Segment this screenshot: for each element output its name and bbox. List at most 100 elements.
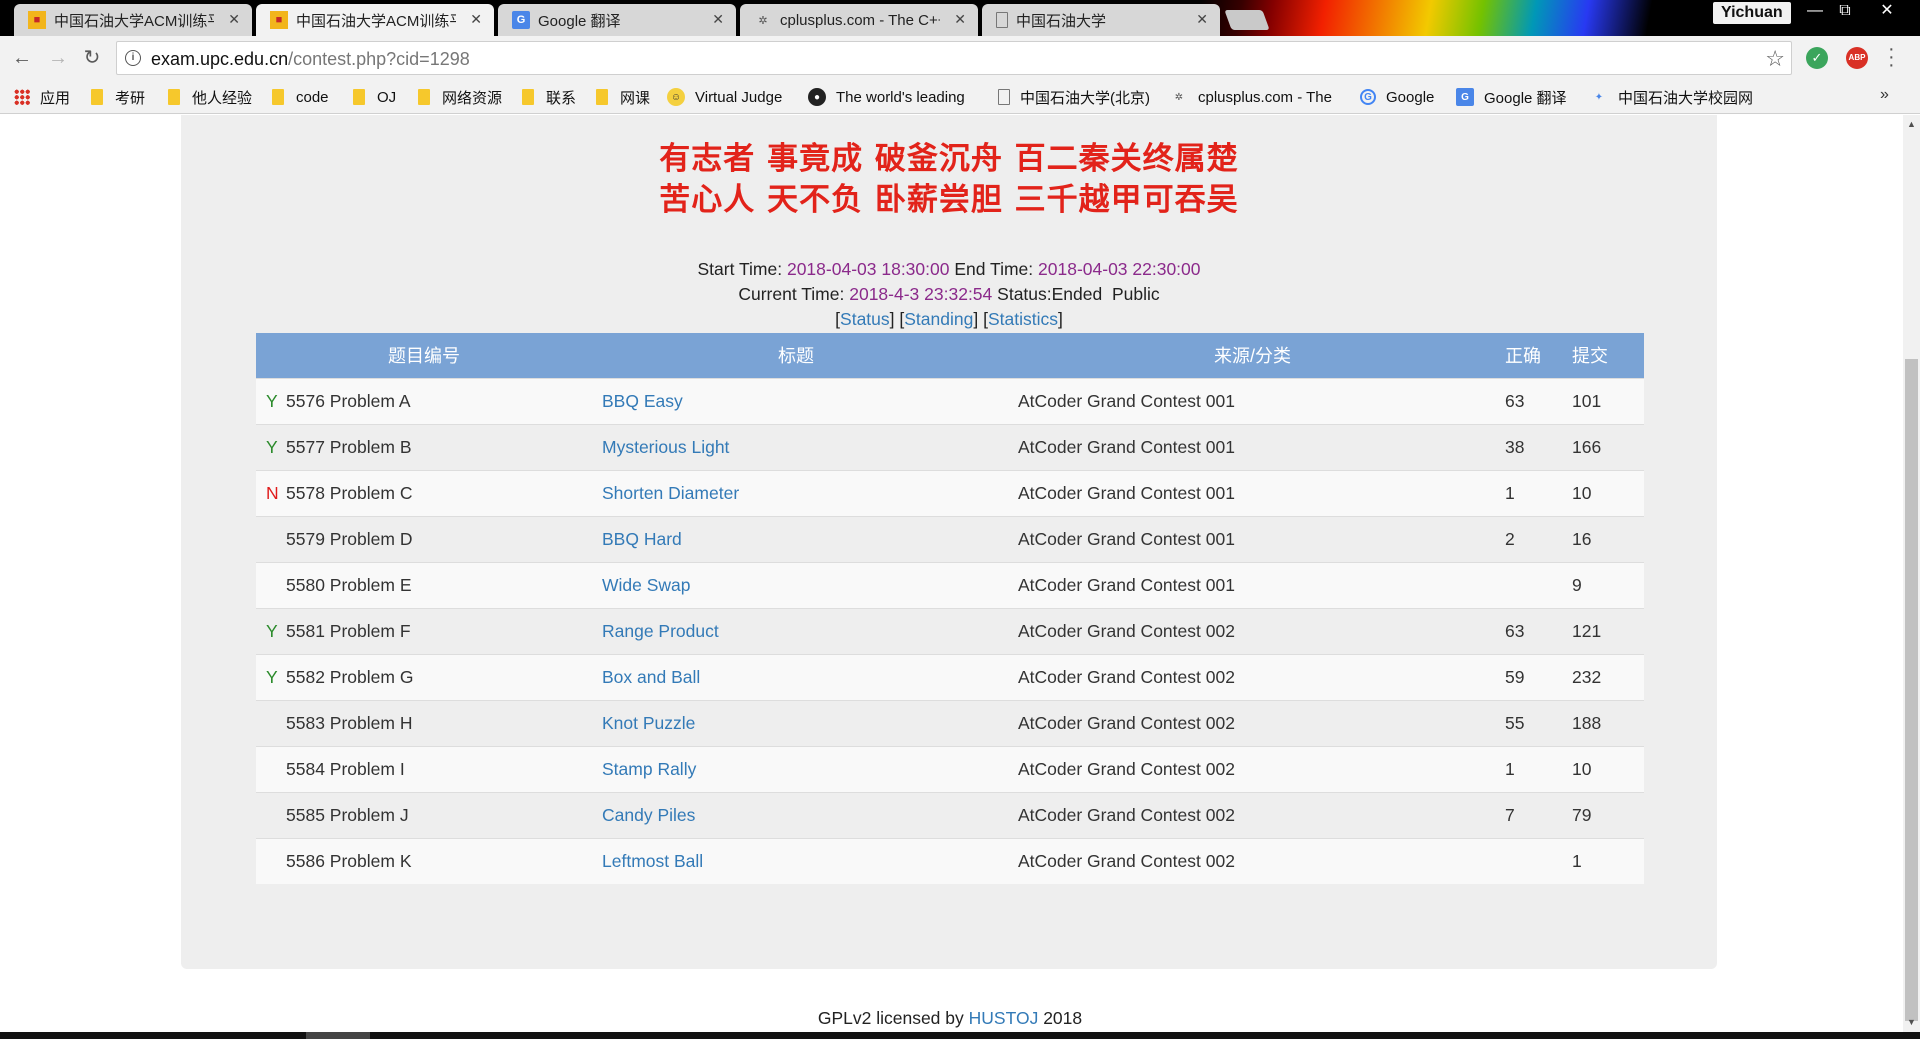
- problem-id: 5583 Problem H: [286, 712, 413, 733]
- solve-mark-cell: Y: [256, 608, 286, 654]
- bookmark-folder[interactable]: code: [272, 87, 329, 107]
- new-tab-button[interactable]: [1224, 10, 1270, 30]
- hustoj-link[interactable]: HUSTOJ: [969, 1008, 1039, 1028]
- submitted-count-cell: 121: [1572, 608, 1644, 654]
- forward-arrow-icon[interactable]: →: [46, 46, 70, 70]
- problem-id-cell: 5582 Problem G: [286, 654, 602, 700]
- table-row: 5586 Problem K Leftmost Ball AtCoder Grand…: [256, 838, 1644, 884]
- browser-menu-icon[interactable]: · · ·: [1888, 39, 1895, 75]
- problem-title-link[interactable]: BBQ Easy: [602, 391, 683, 411]
- browser-tab[interactable]: 中国石油大学 ✕: [982, 4, 1220, 36]
- problem-id: 5585 Problem J: [286, 804, 409, 825]
- browser-tab-active[interactable]: ■ 中国石油大学ACM训练平台 ✕: [256, 4, 494, 36]
- bookmark-apps[interactable]: 应用: [14, 87, 70, 107]
- address-bar[interactable]: i exam.upc.edu.cn/contest.php?cid=1298 ☆: [116, 41, 1792, 75]
- problem-id: 5580 Problem E: [286, 574, 412, 595]
- problem-title-link[interactable]: Mysterious Light: [602, 437, 729, 457]
- problem-id-cell: 5585 Problem J: [286, 792, 602, 838]
- table-row: Y 5582 Problem G Box and Ball AtCoder Grand…: [256, 654, 1644, 700]
- bookmarks-overflow-icon[interactable]: »: [1880, 86, 1889, 104]
- status-link[interactable]: Status: [840, 309, 890, 329]
- problem-title-link[interactable]: Box and Ball: [602, 667, 700, 687]
- problem-title-link[interactable]: Leftmost Ball: [602, 851, 703, 871]
- bookmark-folder[interactable]: 考研: [91, 87, 145, 107]
- tab-close-icon[interactable]: ✕: [712, 11, 724, 28]
- problem-source-cell: AtCoder Grand Contest 002: [1018, 654, 1505, 700]
- reload-icon[interactable]: ↻: [80, 46, 104, 70]
- adblock-plus-icon[interactable]: ABP: [1846, 47, 1868, 69]
- problem-title-link-cell: Knot Puzzle: [602, 700, 1018, 746]
- problem-source: AtCoder Grand Contest 001: [1018, 436, 1235, 457]
- contest-times: Start Time: 2018-04-03 18:30:00 End Time…: [181, 259, 1717, 280]
- problem-title-link[interactable]: Knot Puzzle: [602, 713, 695, 733]
- bookmark-site[interactable]: G Google 翻译: [1456, 87, 1567, 107]
- browser-tab[interactable]: ✲ cplusplus.com - The C++ Resources Netw…: [740, 4, 978, 36]
- tab-close-icon[interactable]: ✕: [470, 11, 482, 28]
- tab-close-icon[interactable]: ✕: [954, 11, 966, 28]
- problem-title-link[interactable]: Wide Swap: [602, 575, 691, 595]
- header-problem-id: 题目编号: [388, 346, 460, 367]
- tab-close-icon[interactable]: ✕: [1196, 11, 1208, 28]
- problem-source: AtCoder Grand Contest 002: [1018, 666, 1235, 687]
- submitted-count: 79: [1572, 804, 1592, 825]
- scroll-up-icon[interactable]: ▲: [1903, 117, 1920, 131]
- tab-close-icon[interactable]: ✕: [228, 11, 240, 28]
- problem-id: 5581 Problem F: [286, 620, 411, 641]
- bookmark-site[interactable]: ☺ Virtual Judge: [667, 87, 782, 107]
- problem-source: AtCoder Grand Contest 001: [1018, 574, 1235, 595]
- page-icon: [998, 89, 1010, 105]
- browser-tab[interactable]: G Google 翻译 ✕: [498, 4, 736, 36]
- bookmark-site[interactable]: G Google: [1360, 87, 1434, 107]
- scrollbar-thumb[interactable]: [1905, 359, 1918, 1021]
- bookmark-site[interactable]: ✦ 中国石油大学校园网: [1590, 87, 1760, 107]
- close-window-icon[interactable]: ✕: [1873, 0, 1901, 22]
- header-submitted: 提交: [1572, 346, 1608, 367]
- accepted-count-cell: 7: [1505, 792, 1572, 838]
- taskbar: [0, 1032, 1920, 1039]
- accepted-count: 7: [1505, 804, 1515, 825]
- accepted-count-cell: 38: [1505, 424, 1572, 470]
- standing-link[interactable]: Standing: [904, 309, 973, 329]
- bookmark-site[interactable]: ✲ cplusplus.com - The: [1170, 87, 1340, 107]
- bookmark-star-icon[interactable]: ☆: [1765, 46, 1785, 72]
- minimize-icon[interactable]: —: [1801, 0, 1829, 22]
- bookmark-site[interactable]: 中国石油大学(北京): [998, 87, 1150, 107]
- problem-title-link-cell: Box and Ball: [602, 654, 1018, 700]
- bookmark-label: OJ: [377, 88, 397, 106]
- problem-title-link[interactable]: BBQ Hard: [602, 529, 682, 549]
- restore-icon[interactable]: ⧉: [1831, 0, 1859, 22]
- statistics-link[interactable]: Statistics: [988, 309, 1058, 329]
- bookmark-folder[interactable]: 联系: [522, 87, 576, 107]
- accepted-count-cell: [1505, 838, 1572, 884]
- problem-title-link[interactable]: Range Product: [602, 621, 719, 641]
- shield-extension-icon[interactable]: ✓: [1806, 47, 1828, 69]
- bookmark-folder[interactable]: 网课: [596, 87, 650, 107]
- url-path: /contest.php?cid=1298: [288, 49, 470, 69]
- bookmark-folder[interactable]: 他人经验: [168, 87, 252, 107]
- solve-mark-cell: [256, 838, 286, 884]
- taskbar-item[interactable]: [306, 1032, 370, 1039]
- submitted-count: 101: [1572, 390, 1602, 411]
- problem-title-link[interactable]: Shorten Diameter: [602, 483, 739, 503]
- site-info-icon[interactable]: i: [125, 50, 141, 66]
- problem-source: AtCoder Grand Contest 002: [1018, 804, 1235, 825]
- cplusplus-icon: ✲: [758, 14, 768, 27]
- submitted-count: 121: [1572, 620, 1602, 641]
- scroll-down-icon[interactable]: ▼: [1903, 1015, 1920, 1029]
- submitted-count-cell: 166: [1572, 424, 1644, 470]
- profile-button[interactable]: Yichuan: [1713, 2, 1791, 24]
- table-header-row: 题目编号 标题 来源/分类 正确 提交: [256, 333, 1644, 378]
- problem-id-cell: 5576 Problem A: [286, 378, 602, 424]
- back-arrow-icon[interactable]: ←: [10, 46, 34, 70]
- bookmark-site[interactable]: ● The world's leading: [808, 87, 976, 107]
- vertical-scrollbar[interactable]: ▲ ▼: [1903, 115, 1920, 1032]
- bookmark-label: 联系: [546, 89, 577, 107]
- accepted-count-cell: [1505, 562, 1572, 608]
- bookmark-folder[interactable]: 网络资源: [418, 87, 502, 107]
- bookmark-folder[interactable]: OJ: [353, 87, 396, 107]
- solve-mark-cell: [256, 516, 286, 562]
- browser-tab[interactable]: ■ 中国石油大学ACM训练平台 ✕: [14, 4, 252, 36]
- problem-title-link[interactable]: Stamp Rally: [602, 759, 696, 779]
- problem-title-link[interactable]: Candy Piles: [602, 805, 695, 825]
- start-time-label: Start Time:: [697, 259, 783, 279]
